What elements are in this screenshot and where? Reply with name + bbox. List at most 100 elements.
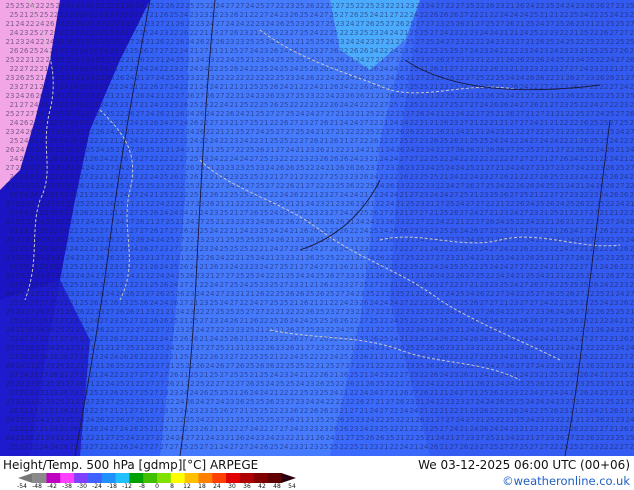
field-number: 21 bbox=[626, 362, 634, 370]
field-number: 23 bbox=[96, 398, 105, 406]
field-number: 24 bbox=[56, 20, 65, 28]
field-number: 25 bbox=[590, 47, 599, 55]
field-number: 25 bbox=[190, 191, 199, 199]
field-number: 27 bbox=[606, 2, 615, 10]
field-number: 21 bbox=[80, 155, 89, 163]
field-number: 21 bbox=[420, 119, 429, 127]
field-number: 23 bbox=[16, 38, 25, 46]
credit-link[interactable]: ©weatheronline.co.uk bbox=[502, 474, 630, 488]
field-number: 22 bbox=[580, 101, 589, 109]
field-number: 25 bbox=[606, 380, 615, 388]
field-number: 27 bbox=[270, 263, 279, 271]
field-number: 26 bbox=[316, 146, 325, 154]
field-number: 27 bbox=[460, 101, 469, 109]
field-number: 27 bbox=[226, 146, 235, 154]
field-number: 21 bbox=[590, 317, 599, 325]
field-number: 22 bbox=[160, 65, 169, 73]
weather-map[interactable]: 25 25 24 22 25 25 24 27 26 23 22 21 26 24 25 22 26 22 25 25… bbox=[0, 0, 634, 456]
field-number: 25 bbox=[570, 101, 579, 109]
field-number: 25 bbox=[606, 110, 615, 118]
field-number: 22 bbox=[246, 20, 255, 28]
field-number: 21 bbox=[10, 101, 19, 109]
field-number: 21 bbox=[546, 110, 555, 118]
field-number: 27 bbox=[250, 155, 259, 163]
field-number: 26 bbox=[190, 335, 199, 343]
field-number: 25 bbox=[476, 74, 485, 82]
field-number: 23 bbox=[6, 74, 15, 82]
field-number: 23 bbox=[40, 389, 49, 397]
field-number: 27 bbox=[366, 56, 375, 64]
field-number: 21 bbox=[526, 38, 535, 46]
field-number: 27 bbox=[390, 245, 399, 253]
field-number: 21 bbox=[116, 92, 125, 100]
field-number: 22 bbox=[430, 407, 439, 415]
field-number: 27 bbox=[120, 65, 129, 73]
field-number: 23 bbox=[160, 389, 169, 397]
field-number: 24 bbox=[560, 389, 569, 397]
field-number: 23 bbox=[550, 65, 559, 73]
field-number: 22 bbox=[610, 443, 619, 451]
field-number: 22 bbox=[376, 362, 385, 370]
field-number: 25 bbox=[570, 299, 579, 307]
field-number: 27 bbox=[150, 47, 159, 55]
field-number: 26 bbox=[440, 119, 449, 127]
field-number: 24 bbox=[170, 209, 179, 217]
field-number: 26 bbox=[486, 2, 495, 10]
field-number: 25 bbox=[350, 371, 359, 379]
field-number: 23 bbox=[356, 362, 365, 370]
field-number: 27 bbox=[550, 155, 559, 163]
field-number: 24 bbox=[230, 263, 239, 271]
field-number: 23 bbox=[110, 173, 119, 181]
field-number: 25 bbox=[616, 254, 625, 262]
field-number: 22 bbox=[546, 74, 555, 82]
field-number: 26 bbox=[190, 119, 199, 127]
field-number: 24 bbox=[206, 110, 215, 118]
field-number: 26 bbox=[150, 227, 159, 235]
field-number: 27 bbox=[550, 101, 559, 109]
field-number: 27 bbox=[500, 317, 509, 325]
field-number: 25 bbox=[210, 371, 219, 379]
field-number: 22 bbox=[620, 209, 629, 217]
field-number: 23 bbox=[310, 425, 319, 433]
scale-tick-label: -18 bbox=[107, 483, 117, 490]
field-number: 23 bbox=[340, 281, 349, 289]
field-number: 27 bbox=[610, 119, 619, 127]
field-number: 26 bbox=[180, 227, 189, 235]
field-number: 27 bbox=[336, 308, 345, 316]
field-number: 22 bbox=[110, 119, 119, 127]
field-number: 27 bbox=[490, 299, 499, 307]
field-number: 22 bbox=[300, 407, 309, 415]
field-number: 23 bbox=[550, 317, 559, 325]
field-number: 22 bbox=[116, 56, 125, 64]
field-number: 23 bbox=[6, 182, 15, 190]
field-number: 26 bbox=[506, 362, 515, 370]
field-number: 21 bbox=[216, 416, 225, 424]
field-number: 23 bbox=[606, 434, 615, 442]
field-number: 23 bbox=[256, 56, 265, 64]
field-number: 21 bbox=[600, 371, 609, 379]
field-number: 26 bbox=[396, 146, 405, 154]
scale-swatch bbox=[253, 473, 269, 483]
field-number: 27 bbox=[206, 326, 215, 334]
field-number: 24 bbox=[160, 119, 169, 127]
field-number: 26 bbox=[40, 317, 49, 325]
field-number: 25 bbox=[66, 200, 75, 208]
field-number: 23 bbox=[20, 29, 29, 37]
field-number: 26 bbox=[10, 263, 19, 271]
field-number: 25 bbox=[360, 11, 369, 19]
field-number: 24 bbox=[360, 425, 369, 433]
field-number: 25 bbox=[60, 281, 69, 289]
field-number: 25 bbox=[410, 65, 419, 73]
field-number: 26 bbox=[556, 434, 565, 442]
field-number: 24 bbox=[6, 416, 15, 424]
field-number: 21 bbox=[210, 443, 219, 451]
field-number: 23 bbox=[20, 317, 29, 325]
field-number: 23 bbox=[50, 389, 59, 397]
field-number: 27 bbox=[246, 308, 255, 316]
field-number: 26 bbox=[576, 146, 585, 154]
field-number: 27 bbox=[136, 326, 145, 334]
field-number: 24 bbox=[480, 245, 489, 253]
field-number: 24 bbox=[626, 344, 634, 352]
field-number: 26 bbox=[166, 2, 175, 10]
field-number: 27 bbox=[110, 425, 119, 433]
